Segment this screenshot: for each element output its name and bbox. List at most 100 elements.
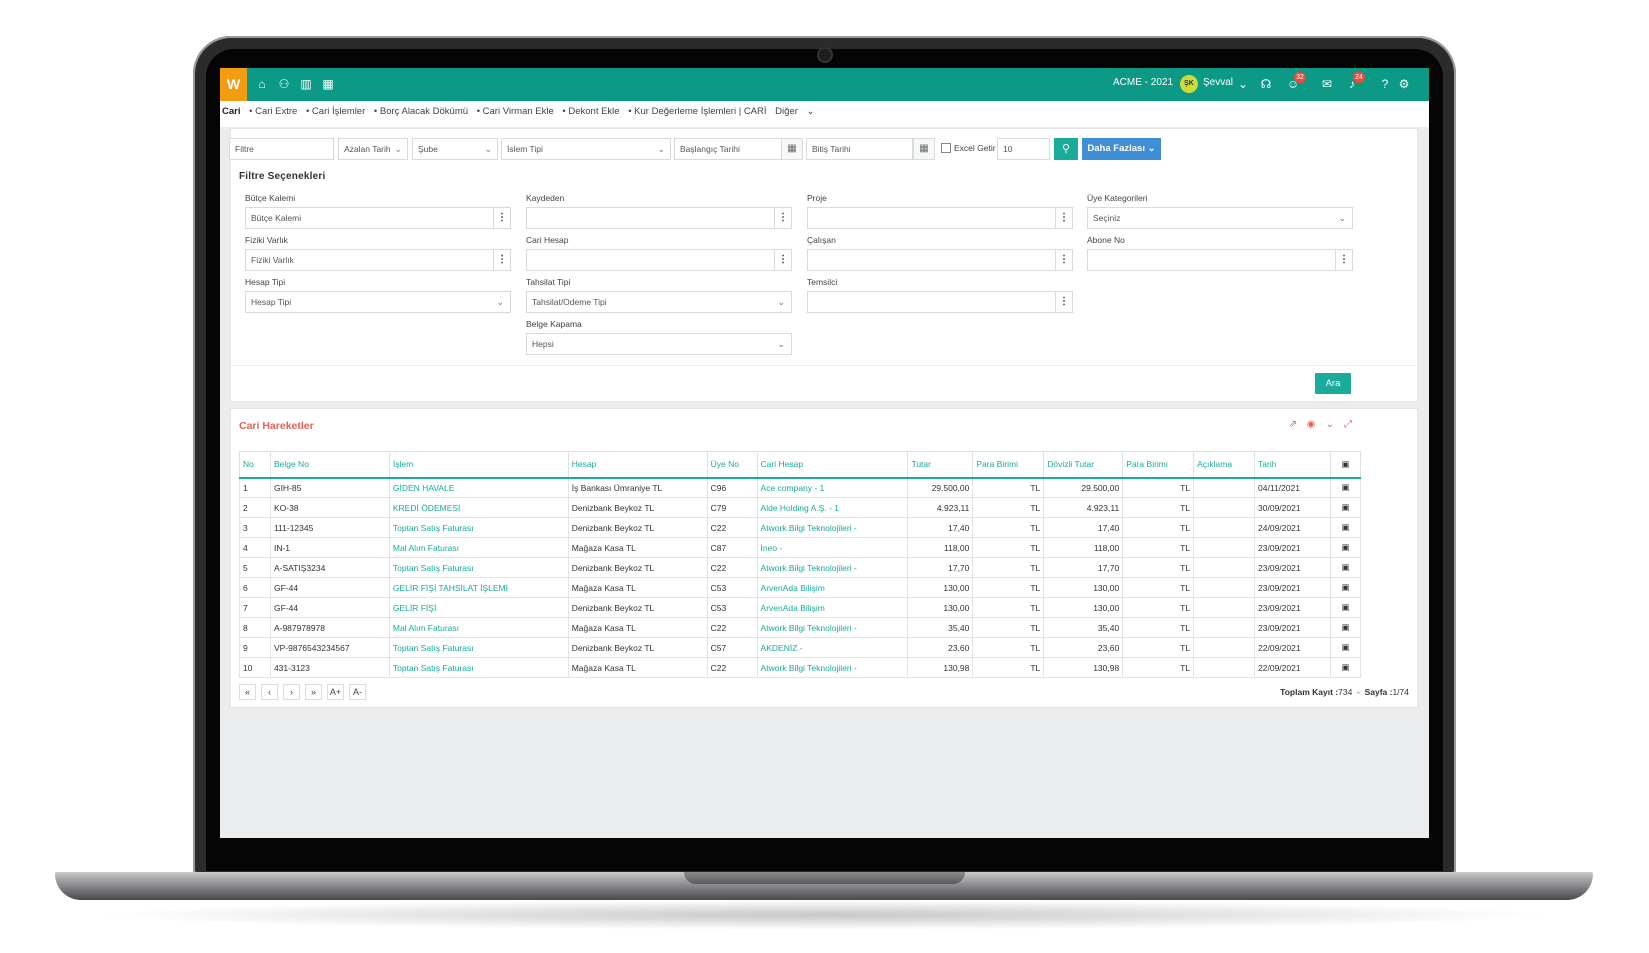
filter-input[interactable]: Filtre <box>229 138 334 160</box>
collection-select[interactable]: Tahsilat/Odeme Tipi ⌄ <box>526 291 792 313</box>
more-vertical-icon[interactable]: ⋮ <box>1055 250 1072 270</box>
collapse-icon[interactable]: ⌄ <box>1324 419 1336 431</box>
breadcrumb-cari-islemler[interactable]: • Cari İşlemler <box>306 106 365 117</box>
cell-cari-hesap[interactable]: İneo - <box>756 537 909 558</box>
home-icon[interactable]: ⌂ <box>255 77 269 91</box>
more-vertical-icon[interactable]: ⋮ <box>493 250 510 270</box>
cell-islem[interactable]: GİDEN HAVALE <box>388 477 569 498</box>
row-detail-icon[interactable]: ▣ <box>1329 657 1362 678</box>
start-calendar-icon[interactable]: ▦ <box>781 138 803 160</box>
table-row[interactable]: 4 IN-1 Mal Alım Faturası Mağaza Kasa TL C87 İ… <box>239 537 1362 558</box>
employee-field[interactable]: ⋮ <box>807 249 1073 271</box>
cell-cari-hesap[interactable]: Ace company - 1 <box>756 477 909 498</box>
export-icon[interactable]: ⇗ <box>1287 419 1299 431</box>
search-submit-button[interactable]: Ara <box>1315 373 1351 394</box>
table-row[interactable]: 10 431-3123 Toptan Satış Faturası Mağaza Ka… <box>239 657 1362 678</box>
budget-field[interactable]: Bütçe Kalemi ⋮ <box>245 207 511 229</box>
headset-icon[interactable]: ☊ <box>1259 77 1273 91</box>
table-row[interactable]: 5 A-SATIŞ3234 Toptan Satış Faturası Denizba… <box>239 557 1362 578</box>
excel-checkbox[interactable] <box>941 143 951 153</box>
avatar[interactable]: ŞK <box>1180 75 1198 93</box>
breadcrumb-cari-virman[interactable]: • Cari Virman Ekle <box>477 106 554 117</box>
table-row[interactable]: 1 GIH-85 GİDEN HAVALE İş Bankası Ümraniye T… <box>239 477 1362 498</box>
row-detail-icon[interactable]: ▣ <box>1329 497 1362 518</box>
process-type-select[interactable]: İslem Tipi ⌄ <box>501 138 671 160</box>
row-detail-icon[interactable]: ▣ <box>1329 597 1362 618</box>
cell-islem[interactable]: GELİR FİŞİ <box>388 597 569 618</box>
col-hesap[interactable]: Hesap <box>567 451 708 479</box>
breadcrumb-diger[interactable]: Diğer ⌄ <box>775 106 820 117</box>
cell-cari-hesap[interactable]: AKDENİZ - <box>756 637 909 658</box>
cell-cari-hesap[interactable]: Atwork Bilgi Teknolojileri - <box>756 657 909 678</box>
col-aciklama[interactable]: Açıklama <box>1193 451 1256 479</box>
table-row[interactable]: 2 KO-38 KREDİ ÖDEMESİ Denizbank Beykoz TL C7… <box>239 497 1362 518</box>
cell-islem[interactable]: Mal Alım Faturası <box>388 537 569 558</box>
prev-page-button[interactable]: ‹ <box>261 684 278 700</box>
calendar-icon[interactable]: ▦ <box>321 77 335 91</box>
cell-islem[interactable]: GELİR FİŞİ TAHSİLAT İŞLEMİ <box>388 577 569 598</box>
breadcrumb-dekont[interactable]: • Dekont Ekle <box>562 106 619 117</box>
col-belge-no[interactable]: Belge No <box>269 451 390 479</box>
cell-islem[interactable]: Mal Alım Faturası <box>388 617 569 638</box>
username[interactable]: Şevval <box>1203 77 1233 88</box>
bar-chart-icon[interactable]: ▥ <box>299 77 313 91</box>
more-vertical-icon[interactable]: ⋮ <box>774 250 791 270</box>
next-page-button[interactable]: › <box>283 684 300 700</box>
page-size-input[interactable]: 10 <box>997 138 1050 160</box>
col-tarih[interactable]: Tarih <box>1254 451 1331 479</box>
acc-type-select[interactable]: Hesap Tipi ⌄ <box>245 291 511 313</box>
company-name[interactable]: ACME - 2021 <box>1113 77 1173 88</box>
first-page-button[interactable]: « <box>239 684 256 700</box>
cell-islem[interactable]: Toptan Satış Faturası <box>388 637 569 658</box>
cell-cari-hesap[interactable]: ArvenAda Bilişim <box>756 577 909 598</box>
col-uye-no[interactable]: Üye No <box>706 451 758 479</box>
col-para-birimi-2[interactable]: Para Birimi <box>1122 451 1195 479</box>
doc-close-select[interactable]: Hepsi ⌄ <box>526 333 792 355</box>
breadcrumb-cari[interactable]: Cari <box>222 106 240 117</box>
row-detail-icon[interactable]: ▣ <box>1329 617 1362 638</box>
recorder-field[interactable]: ⋮ <box>526 207 792 229</box>
row-detail-icon[interactable]: ▣ <box>1329 637 1362 658</box>
col-islem[interactable]: İşlem <box>388 451 569 479</box>
column-settings-icon[interactable]: ▣ <box>1329 451 1362 479</box>
end-date-input[interactable]: Bitiş Tarihi <box>806 138 913 160</box>
col-cari-hesap[interactable]: Cari Hesap <box>756 451 909 479</box>
search-button[interactable]: ⚲ <box>1054 138 1078 160</box>
cell-cari-hesap[interactable]: Atwork Bilgi Teknolojileri - <box>756 617 909 638</box>
col-no[interactable]: No <box>239 451 271 479</box>
breadcrumb-cari-extre[interactable]: • Cari Extre <box>249 106 297 117</box>
col-dovizli-tutar[interactable]: Dövizli Tutar <box>1043 451 1124 479</box>
start-date-input[interactable]: Başlangıç Tarihi <box>674 138 782 160</box>
plugin-icon[interactable]: ⚇ <box>277 77 291 91</box>
table-row[interactable]: 7 GF-44 GELİR FİŞİ Denizbank Beykoz TL C53 Ar… <box>239 597 1362 618</box>
col-para-birimi[interactable]: Para Birimi <box>972 451 1045 479</box>
more-button[interactable]: Daha Fazlası ⌄ <box>1082 138 1161 160</box>
end-calendar-icon[interactable]: ▦ <box>913 138 935 160</box>
cell-islem[interactable]: Toptan Satış Faturası <box>388 657 569 678</box>
expand-icon[interactable]: ⤢ <box>1342 419 1354 431</box>
last-page-button[interactable]: » <box>305 684 322 700</box>
chat-icon[interactable]: ✉ <box>1320 77 1334 91</box>
table-row[interactable]: 9 VP-9876543234567 Toptan Satış Faturası De… <box>239 637 1362 658</box>
row-detail-icon[interactable]: ▣ <box>1329 477 1362 498</box>
breadcrumb-borc-alacak[interactable]: • Borç Alacak Dökümü <box>374 106 468 117</box>
more-vertical-icon[interactable]: ⋮ <box>1055 208 1072 228</box>
cell-cari-hesap[interactable]: Atwork Bilgi Teknolojileri - <box>756 517 909 538</box>
asset-field[interactable]: Fiziki Varlık ⋮ <box>245 249 511 271</box>
row-detail-icon[interactable]: ▣ <box>1329 537 1362 558</box>
cell-islem[interactable]: KREDİ ÖDEMESİ <box>388 497 569 518</box>
eye-icon[interactable]: ◉ <box>1305 419 1317 431</box>
more-vertical-icon[interactable]: ⋮ <box>774 208 791 228</box>
project-field[interactable]: ⋮ <box>807 207 1073 229</box>
more-vertical-icon[interactable]: ⋮ <box>493 208 510 228</box>
branch-select[interactable]: Şube ⌄ <box>412 138 498 160</box>
chevron-down-icon[interactable]: ⌄ <box>1236 77 1250 91</box>
cell-cari-hesap[interactable]: Atwork Bilgi Teknolojileri - <box>756 557 909 578</box>
more-vertical-icon[interactable]: ⋮ <box>1335 250 1352 270</box>
help-icon[interactable]: ? <box>1378 77 1392 91</box>
gear-icon[interactable]: ⚙ <box>1397 77 1411 91</box>
more-vertical-icon[interactable]: ⋮ <box>1055 292 1072 312</box>
font-decrease-button[interactable]: A- <box>349 684 366 700</box>
account-field[interactable]: ⋮ <box>526 249 792 271</box>
col-tutar[interactable]: Tutar <box>907 451 974 479</box>
